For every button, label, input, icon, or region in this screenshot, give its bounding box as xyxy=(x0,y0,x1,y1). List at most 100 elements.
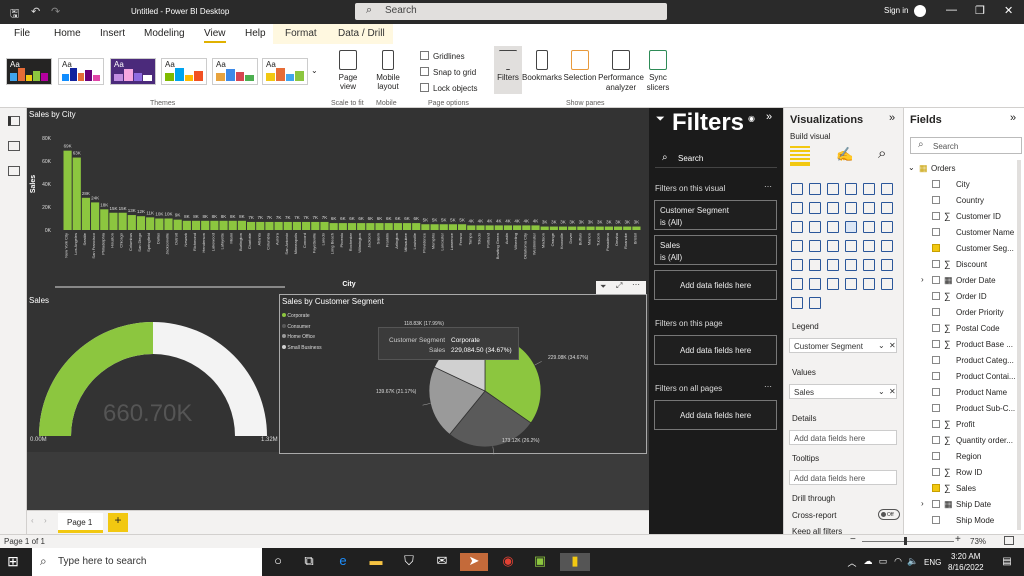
zoom-slider[interactable] xyxy=(862,541,954,542)
tab-view[interactable]: View xyxy=(204,28,226,43)
bar[interactable] xyxy=(329,223,338,230)
snap-to-grid-checkbox[interactable]: Snap to grid xyxy=(420,67,476,77)
collapse-fields-icon[interactable]: » xyxy=(1010,112,1016,124)
field-checkbox[interactable] xyxy=(932,468,940,476)
field-checkbox[interactable] xyxy=(932,388,940,396)
visual-type-icon[interactable] xyxy=(863,259,875,271)
visual-type-icon[interactable] xyxy=(809,202,821,214)
field-checkbox[interactable] xyxy=(932,308,940,316)
bar[interactable] xyxy=(302,221,311,230)
visual-type-icon[interactable] xyxy=(791,202,803,214)
field-checkbox[interactable] xyxy=(932,420,940,428)
bar[interactable] xyxy=(311,221,320,230)
bar[interactable] xyxy=(338,223,347,230)
bar[interactable] xyxy=(613,226,623,230)
lock-objects-checkbox[interactable]: Lock objects xyxy=(420,83,477,93)
bar[interactable] xyxy=(513,225,522,230)
bar[interactable] xyxy=(201,220,210,230)
bar[interactable] xyxy=(558,226,568,230)
visual-type-icon[interactable] xyxy=(809,278,821,290)
bar[interactable] xyxy=(127,215,136,230)
mail-icon[interactable]: ✉ xyxy=(432,553,452,571)
bar[interactable] xyxy=(320,221,329,230)
collapse-viz-icon[interactable]: » xyxy=(889,112,895,124)
visual-type-icon[interactable] xyxy=(845,278,857,290)
close-icon[interactable]: ✕ xyxy=(1004,4,1013,17)
fields-search-input[interactable]: ⌕ Search xyxy=(910,137,1022,154)
eye-icon[interactable]: ◉ xyxy=(748,114,755,123)
visual-type-icon[interactable] xyxy=(863,240,875,252)
bar[interactable] xyxy=(568,226,577,230)
language-indicator[interactable]: ENG xyxy=(924,558,941,567)
bar[interactable] xyxy=(72,157,81,230)
zoom-in-icon[interactable]: + xyxy=(955,534,961,545)
add-fields-all[interactable]: Add data fields here xyxy=(654,400,777,430)
visual-type-icon[interactable] xyxy=(791,183,803,195)
bar[interactable] xyxy=(109,212,118,230)
add-page-button[interactable]: + xyxy=(108,513,128,532)
visual-type-icon[interactable] xyxy=(863,183,875,195)
filters-pane-button[interactable]: Filters xyxy=(494,46,522,94)
themes-dropdown-icon[interactable]: ⌄ xyxy=(311,66,318,75)
visual-type-icon[interactable] xyxy=(881,240,893,252)
notifications-icon[interactable]: ▤ xyxy=(997,556,1017,574)
field-checkbox[interactable] xyxy=(932,516,940,524)
taskbar-search-input[interactable]: ⌕ Type here to search xyxy=(32,548,262,576)
remove-icon[interactable]: ✕ xyxy=(889,341,896,350)
visual-type-icon[interactable] xyxy=(809,183,821,195)
visual-type-icon[interactable] xyxy=(845,183,857,195)
bar[interactable] xyxy=(274,221,283,230)
bar[interactable] xyxy=(476,225,485,230)
report-view-icon[interactable] xyxy=(8,116,20,126)
visual-type-icon[interactable] xyxy=(863,278,875,290)
bar[interactable] xyxy=(375,223,384,230)
visual-type-icon[interactable] xyxy=(809,240,821,252)
sync-slicers-button[interactable]: Sync slicers xyxy=(645,50,671,93)
values-well[interactable]: Sales ⌄ ✕ xyxy=(789,384,897,399)
fields-tab-icon[interactable] xyxy=(790,146,810,166)
report-canvas[interactable]: Sales by City 80K 60K 40K 20K 0K Sales City 69K… xyxy=(27,108,649,510)
add-fields-page[interactable]: Add data fields here xyxy=(654,335,777,365)
visual-type-icon[interactable] xyxy=(827,259,839,271)
theme-swatch-2[interactable]: Aa xyxy=(58,58,104,85)
legend-well[interactable]: Customer Segment ⌄ ✕ xyxy=(789,338,897,353)
theme-swatch-1[interactable]: Aa xyxy=(6,58,52,85)
theme-swatch-4[interactable]: Aa xyxy=(161,58,207,85)
bar[interactable] xyxy=(292,221,302,230)
cortana-icon[interactable]: ○ xyxy=(268,553,288,571)
bar[interactable] xyxy=(494,225,503,230)
bar[interactable] xyxy=(146,217,155,230)
tab-file[interactable]: File xyxy=(14,28,30,39)
visual-type-icon[interactable] xyxy=(881,183,893,195)
bar[interactable] xyxy=(228,220,237,230)
zoom-thumb[interactable] xyxy=(904,537,907,545)
bar[interactable] xyxy=(173,219,182,230)
x-scrollbar[interactable] xyxy=(55,286,285,288)
field-checkbox[interactable] xyxy=(932,228,940,236)
redo-icon[interactable]: ↷ xyxy=(51,5,60,18)
restore-icon[interactable]: ❐ xyxy=(975,4,985,17)
bar[interactable] xyxy=(540,226,549,230)
bar[interactable] xyxy=(448,224,458,230)
filter-card-sales[interactable]: Sales is (All) xyxy=(654,235,777,265)
field-checkbox[interactable] xyxy=(932,356,940,364)
visual-type-icon[interactable] xyxy=(827,278,839,290)
bar[interactable] xyxy=(118,212,127,230)
visual-type-icon[interactable] xyxy=(791,259,803,271)
tab-data-drill[interactable]: Data / Drill xyxy=(338,28,385,39)
visual-type-icon[interactable] xyxy=(791,278,803,290)
sign-in-link[interactable]: Sign in xyxy=(884,6,908,15)
expand-icon[interactable]: › xyxy=(921,275,924,284)
more-icon[interactable]: ⋯ xyxy=(764,382,772,391)
tab-help[interactable]: Help xyxy=(245,28,266,39)
visual-type-icon[interactable] xyxy=(809,221,821,233)
tab-modeling[interactable]: Modeling xyxy=(144,28,185,39)
visual-type-icon[interactable] xyxy=(809,297,821,309)
bar[interactable] xyxy=(384,223,393,230)
bar[interactable] xyxy=(393,223,402,230)
edge-icon[interactable]: e xyxy=(333,553,353,571)
tab-insert[interactable]: Insert xyxy=(100,28,125,39)
prev-page-icon[interactable]: ‹ xyxy=(31,516,34,525)
focus-mode-icon[interactable]: ⤢ xyxy=(616,281,622,291)
fit-page-icon[interactable] xyxy=(1004,536,1014,545)
